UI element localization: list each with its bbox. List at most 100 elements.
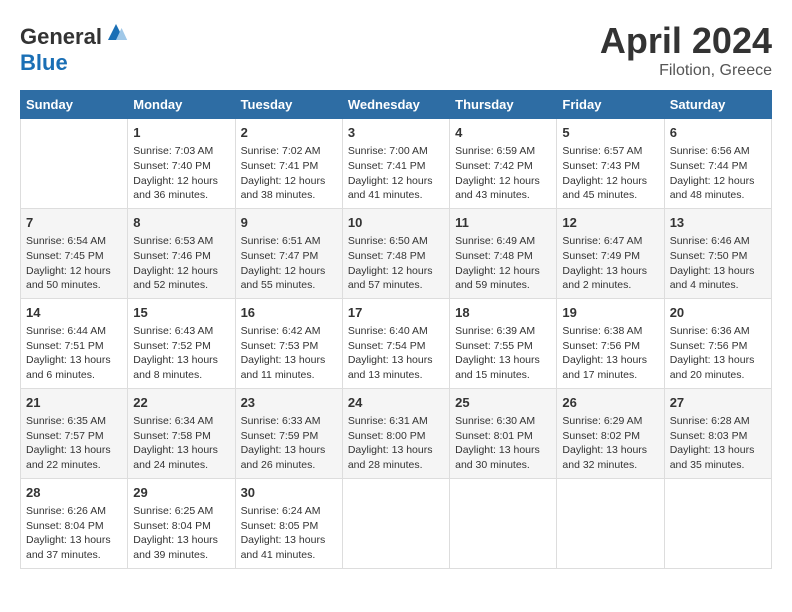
weekday-header: Friday [557,91,664,119]
day-number: 4 [455,124,551,142]
calendar-cell: 19 Sunrise: 6:38 AM Sunset: 7:56 PM Dayli… [557,298,664,388]
logo: General Blue [20,20,128,76]
day-number: 14 [26,304,122,322]
calendar-cell: 29 Sunrise: 6:25 AM Sunset: 8:04 PM Dayli… [128,478,235,568]
calendar-table: SundayMondayTuesdayWednesdayThursdayFrid… [20,90,772,569]
day-info: Sunrise: 6:24 AM Sunset: 8:05 PM Dayligh… [241,504,337,563]
calendar-week-row: 14 Sunrise: 6:44 AM Sunset: 7:51 PM Dayli… [21,298,772,388]
day-info: Sunrise: 7:03 AM Sunset: 7:40 PM Dayligh… [133,144,229,203]
calendar-cell [342,478,449,568]
calendar-cell: 20 Sunrise: 6:36 AM Sunset: 7:56 PM Dayli… [664,298,771,388]
day-info: Sunrise: 6:42 AM Sunset: 7:53 PM Dayligh… [241,324,337,383]
day-info: Sunrise: 6:49 AM Sunset: 7:48 PM Dayligh… [455,234,551,293]
day-number: 6 [670,124,766,142]
day-number: 26 [562,394,658,412]
day-number: 19 [562,304,658,322]
day-number: 10 [348,214,444,232]
calendar-cell: 18 Sunrise: 6:39 AM Sunset: 7:55 PM Dayli… [450,298,557,388]
calendar-week-row: 7 Sunrise: 6:54 AM Sunset: 7:45 PM Daylig… [21,208,772,298]
day-info: Sunrise: 6:30 AM Sunset: 8:01 PM Dayligh… [455,414,551,473]
day-info: Sunrise: 6:51 AM Sunset: 7:47 PM Dayligh… [241,234,337,293]
weekday-header: Sunday [21,91,128,119]
calendar-cell: 24 Sunrise: 6:31 AM Sunset: 8:00 PM Dayli… [342,388,449,478]
weekday-header: Saturday [664,91,771,119]
calendar-cell: 10 Sunrise: 6:50 AM Sunset: 7:48 PM Dayli… [342,208,449,298]
weekday-header: Tuesday [235,91,342,119]
calendar-week-row: 21Sunrise: 6:35 AM Sunset: 7:57 PM Dayli… [21,388,772,478]
day-number: 13 [670,214,766,232]
day-number: 29 [133,484,229,502]
header-row: SundayMondayTuesdayWednesdayThursdayFrid… [21,91,772,119]
calendar-cell [450,478,557,568]
day-info: Sunrise: 6:26 AM Sunset: 8:04 PM Dayligh… [26,504,122,563]
day-info: Sunrise: 6:39 AM Sunset: 7:55 PM Dayligh… [455,324,551,383]
calendar-cell: 15 Sunrise: 6:43 AM Sunset: 7:52 PM Dayli… [128,298,235,388]
day-number: 1 [133,124,229,142]
calendar-cell: 11 Sunrise: 6:49 AM Sunset: 7:48 PM Dayli… [450,208,557,298]
day-number: 20 [670,304,766,322]
calendar-cell: 5 Sunrise: 6:57 AM Sunset: 7:43 PM Daylig… [557,119,664,209]
location-title: Filotion, Greece [600,62,772,80]
day-number: 7 [26,214,122,232]
weekday-header: Monday [128,91,235,119]
day-info: Sunrise: 6:33 AM Sunset: 7:59 PM Dayligh… [241,414,337,473]
day-info: Sunrise: 6:28 AM Sunset: 8:03 PM Dayligh… [670,414,766,473]
day-number: 25 [455,394,551,412]
day-number: 3 [348,124,444,142]
title-block: April 2024 Filotion, Greece [600,20,772,80]
calendar-cell [557,478,664,568]
day-number: 28 [26,484,122,502]
day-number: 17 [348,304,444,322]
day-number: 22 [133,394,229,412]
logo-icon [104,20,128,44]
weekday-header: Thursday [450,91,557,119]
day-info: Sunrise: 6:31 AM Sunset: 8:00 PM Dayligh… [348,414,444,473]
logo-general: General [20,24,102,49]
page-header: General Blue April 2024 Filotion, Greece [20,20,772,80]
calendar-cell: 9 Sunrise: 6:51 AM Sunset: 7:47 PM Daylig… [235,208,342,298]
day-number: 11 [455,214,551,232]
day-number: 24 [348,394,444,412]
calendar-week-row: 28 Sunrise: 6:26 AM Sunset: 8:04 PM Dayli… [21,478,772,568]
weekday-header: Wednesday [342,91,449,119]
calendar-cell: 8Sunrise: 6:53 AM Sunset: 7:46 PM Daylig… [128,208,235,298]
day-number: 30 [241,484,337,502]
day-info: Sunrise: 6:56 AM Sunset: 7:44 PM Dayligh… [670,144,766,203]
day-info: Sunrise: 6:59 AM Sunset: 7:42 PM Dayligh… [455,144,551,203]
calendar-cell: 27Sunrise: 6:28 AM Sunset: 8:03 PM Dayli… [664,388,771,478]
calendar-cell: 28 Sunrise: 6:26 AM Sunset: 8:04 PM Dayli… [21,478,128,568]
calendar-cell: 16Sunrise: 6:42 AM Sunset: 7:53 PM Dayli… [235,298,342,388]
calendar-cell: 12 Sunrise: 6:47 AM Sunset: 7:49 PM Dayli… [557,208,664,298]
day-info: Sunrise: 6:35 AM Sunset: 7:57 PM Dayligh… [26,414,122,473]
day-info: Sunrise: 6:34 AM Sunset: 7:58 PM Dayligh… [133,414,229,473]
day-info: Sunrise: 6:57 AM Sunset: 7:43 PM Dayligh… [562,144,658,203]
calendar-cell: 1 Sunrise: 7:03 AM Sunset: 7:40 PM Daylig… [128,119,235,209]
calendar-cell: 13 Sunrise: 6:46 AM Sunset: 7:50 PM Dayli… [664,208,771,298]
day-info: Sunrise: 6:43 AM Sunset: 7:52 PM Dayligh… [133,324,229,383]
calendar-cell: 7 Sunrise: 6:54 AM Sunset: 7:45 PM Daylig… [21,208,128,298]
calendar-cell: 14 Sunrise: 6:44 AM Sunset: 7:51 PM Dayli… [21,298,128,388]
day-number: 9 [241,214,337,232]
calendar-cell: 3Sunrise: 7:00 AM Sunset: 7:41 PM Daylig… [342,119,449,209]
day-number: 12 [562,214,658,232]
day-info: Sunrise: 6:47 AM Sunset: 7:49 PM Dayligh… [562,234,658,293]
month-title: April 2024 [600,20,772,62]
day-info: Sunrise: 6:46 AM Sunset: 7:50 PM Dayligh… [670,234,766,293]
day-number: 15 [133,304,229,322]
calendar-cell [664,478,771,568]
calendar-cell: 30 Sunrise: 6:24 AM Sunset: 8:05 PM Dayli… [235,478,342,568]
calendar-cell: 2Sunrise: 7:02 AM Sunset: 7:41 PM Daylig… [235,119,342,209]
day-info: Sunrise: 6:44 AM Sunset: 7:51 PM Dayligh… [26,324,122,383]
day-number: 5 [562,124,658,142]
calendar-cell: 23 Sunrise: 6:33 AM Sunset: 7:59 PM Dayli… [235,388,342,478]
calendar-cell: 6 Sunrise: 6:56 AM Sunset: 7:44 PM Daylig… [664,119,771,209]
day-info: Sunrise: 6:54 AM Sunset: 7:45 PM Dayligh… [26,234,122,293]
logo-text: General Blue [20,20,128,76]
day-info: Sunrise: 6:25 AM Sunset: 8:04 PM Dayligh… [133,504,229,563]
day-info: Sunrise: 6:38 AM Sunset: 7:56 PM Dayligh… [562,324,658,383]
day-number: 23 [241,394,337,412]
day-number: 8 [133,214,229,232]
day-number: 18 [455,304,551,322]
day-info: Sunrise: 6:36 AM Sunset: 7:56 PM Dayligh… [670,324,766,383]
day-info: Sunrise: 6:50 AM Sunset: 7:48 PM Dayligh… [348,234,444,293]
